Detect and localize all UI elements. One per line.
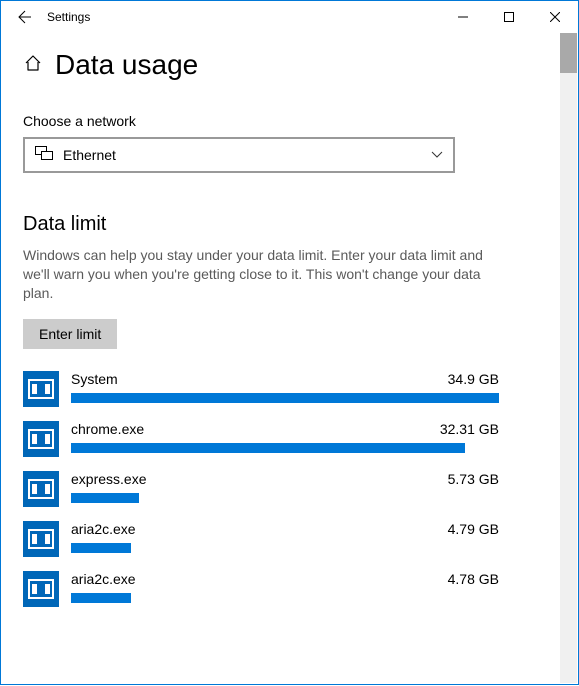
usage-bar-track <box>71 493 499 503</box>
default-app-icon <box>28 479 54 499</box>
data-limit-description: Windows can help you stay under your dat… <box>23 246 513 303</box>
app-name: chrome.exe <box>71 421 144 437</box>
default-app-icon <box>28 429 54 449</box>
app-usage: 32.31 GB <box>440 421 499 437</box>
window-controls <box>440 1 578 33</box>
default-app-icon <box>28 529 54 549</box>
app-usage: 4.78 GB <box>448 571 499 587</box>
usage-bar-fill <box>71 593 131 603</box>
app-usage: 34.9 GB <box>448 371 499 387</box>
network-value: Ethernet <box>63 147 431 163</box>
app-name: System <box>71 371 118 387</box>
app-info: aria2c.exe 4.79 GB <box>71 521 499 553</box>
usage-bar-fill <box>71 393 499 403</box>
maximize-icon <box>504 12 514 22</box>
network-dropdown[interactable]: Ethernet <box>23 137 455 173</box>
app-row: System 34.9 GB <box>23 371 499 407</box>
app-row: chrome.exe 32.31 GB <box>23 421 499 457</box>
app-row: aria2c.exe 4.79 GB <box>23 521 499 557</box>
usage-bar-track <box>71 443 499 453</box>
app-row: aria2c.exe 4.78 GB <box>23 571 499 607</box>
close-icon <box>550 12 560 22</box>
enter-limit-button[interactable]: Enter limit <box>23 319 117 349</box>
app-info: aria2c.exe 4.78 GB <box>71 571 499 603</box>
app-icon <box>23 471 59 507</box>
page-title: Data usage <box>55 49 198 81</box>
content-area: Data usage Choose a network Ethernet Dat… <box>1 33 578 686</box>
app-usage: 5.73 GB <box>448 471 499 487</box>
app-info: express.exe 5.73 GB <box>71 471 499 503</box>
page-header: Data usage <box>23 49 556 81</box>
default-app-icon <box>28 579 54 599</box>
app-row: express.exe 5.73 GB <box>23 471 499 507</box>
usage-bar-track <box>71 543 499 553</box>
data-limit-heading: Data limit <box>23 213 556 236</box>
app-icon <box>23 521 59 557</box>
back-button[interactable] <box>9 1 41 33</box>
app-name: aria2c.exe <box>71 571 136 587</box>
close-button[interactable] <box>532 1 578 33</box>
app-info: chrome.exe 32.31 GB <box>71 421 499 453</box>
minimize-icon <box>458 12 468 22</box>
app-icon <box>23 371 59 407</box>
app-icon <box>23 571 59 607</box>
app-usage: 4.79 GB <box>448 521 499 537</box>
usage-bar-fill <box>71 543 131 553</box>
app-name: aria2c.exe <box>71 521 136 537</box>
network-label: Choose a network <box>23 113 556 129</box>
usage-bar-track <box>71 593 499 603</box>
maximize-button[interactable] <box>486 1 532 33</box>
minimize-button[interactable] <box>440 1 486 33</box>
arrow-left-icon <box>17 9 33 25</box>
app-icon <box>23 421 59 457</box>
chevron-down-icon <box>431 150 443 161</box>
apps-list: System 34.9 GB chrome.exe 32.31 GB express.e… <box>23 371 556 607</box>
usage-bar-fill <box>71 493 139 503</box>
titlebar: Settings <box>1 1 578 33</box>
default-app-icon <box>28 379 54 399</box>
app-info: System 34.9 GB <box>71 371 499 403</box>
usage-bar-track <box>71 393 499 403</box>
ethernet-icon <box>35 146 53 165</box>
app-name: express.exe <box>71 471 146 487</box>
window-title: Settings <box>47 10 90 24</box>
usage-bar-fill <box>71 443 465 453</box>
home-icon[interactable] <box>23 53 43 78</box>
